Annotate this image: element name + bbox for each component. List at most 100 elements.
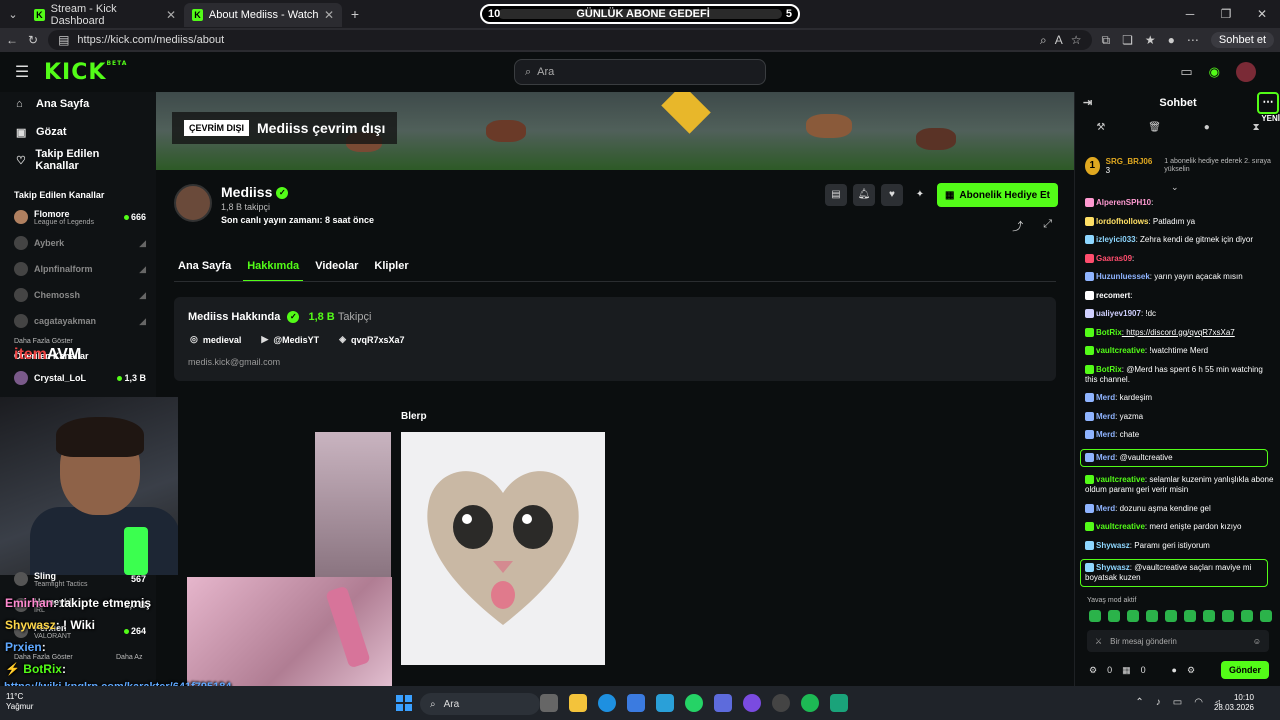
collections-icon[interactable]: ❏ (1122, 33, 1133, 47)
chat-username[interactable]: BotRix (1096, 365, 1122, 374)
minimize-icon[interactable]: ─ (1172, 0, 1208, 28)
follow-heart-icon[interactable]: ♥ (880, 184, 903, 206)
address-field[interactable]: ▤ https://kick.com/mediiss/about ⌕ A ☆ (48, 30, 1092, 50)
theater-icon[interactable]: ⤢ (1043, 218, 1052, 234)
close-tab-icon[interactable]: ✕ (166, 8, 176, 22)
kick-coin-icon[interactable]: ◉ (1209, 64, 1220, 80)
close-window-icon[interactable]: ✕ (1244, 0, 1280, 28)
windows-start-icon[interactable] (396, 695, 412, 711)
share-icon[interactable]: ⤴ (1012, 218, 1023, 234)
show-more-link[interactable]: Daha Fazla Göster (14, 654, 73, 661)
followed-channel[interactable]: Chemossh ◢ (0, 282, 156, 308)
followed-channel[interactable]: Alpnfinalform ◢ (0, 256, 156, 282)
menu-icon[interactable]: ☰ (0, 62, 44, 82)
chat-username[interactable]: Gaaras09 (1096, 254, 1132, 263)
sparkle-icon[interactable]: ✦ (909, 184, 931, 206)
browser-tab-about[interactable]: K About Mediiss - Watch Live on Kic ✕ (184, 3, 342, 27)
chevron-up-icon[interactable]: ⌃ (1135, 697, 1143, 708)
browser-tab-dashboard[interactable]: K Stream - Kick Dashboard ✕ (26, 3, 184, 27)
chat-username[interactable]: Merd (1096, 504, 1115, 513)
chat-username[interactable]: izleyici033 (1096, 235, 1136, 244)
emoji-icon[interactable]: ☺ (1253, 637, 1261, 646)
social-link-discord[interactable]: ◈ qvqR7xsXa7 (339, 334, 404, 345)
chat-username[interactable]: Shywasz (1096, 541, 1130, 550)
reload-icon[interactable]: ↻ (28, 33, 38, 47)
expand-icon[interactable]: ⌄ (1171, 182, 1179, 193)
followed-channel[interactable]: cagatayakman ◢ (0, 308, 156, 334)
edge-icon[interactable] (598, 694, 616, 712)
show-less-link[interactable]: Daha Az (116, 654, 142, 661)
extensions-icon[interactable]: ⧉ (1102, 33, 1111, 48)
gift-box-icon[interactable]: ▦ (1122, 665, 1131, 676)
zoom-icon[interactable]: ⌕ (1040, 33, 1047, 48)
chat-username[interactable]: Shywasz (1096, 563, 1130, 572)
maximize-icon[interactable]: ❐ (1208, 0, 1244, 28)
recommended-channel[interactable]: Crystal_LoL 1,3 B (0, 365, 156, 391)
blerp-panel-image[interactable] (401, 432, 605, 665)
emote-icon[interactable] (1089, 610, 1101, 622)
weather-widget[interactable]: 11°C Yağmur (6, 692, 33, 712)
file-explorer-icon[interactable] (569, 694, 587, 712)
chat-username[interactable]: vaultcreative (1096, 346, 1145, 355)
site-info-icon[interactable]: ▤ (58, 33, 69, 47)
chat-username[interactable]: vaultcreative (1096, 522, 1145, 531)
emote-icon[interactable] (1165, 610, 1177, 622)
taskbar-search[interactable]: ⌕ Ara (420, 693, 540, 715)
chat-bubble-icon[interactable]: ● (1172, 665, 1177, 675)
emote-icon[interactable] (1184, 610, 1196, 622)
trash-icon[interactable]: 🗑︎ (1148, 122, 1161, 140)
chat-username[interactable]: lordofhollows (1096, 217, 1148, 226)
chat-username[interactable]: Merd (1096, 393, 1115, 402)
emote-icon[interactable] (1146, 610, 1158, 622)
app-icon[interactable] (714, 694, 732, 712)
chat-input[interactable]: ⚔ Bir mesaj gönderin ☺ (1087, 630, 1269, 652)
tab-home[interactable]: Ana Sayfa (174, 256, 235, 282)
tab-clips[interactable]: Klipler (370, 256, 412, 282)
collapse-chat-icon[interactable]: ⇥ (1083, 92, 1092, 114)
new-tab-icon[interactable]: + (342, 6, 368, 22)
favorite-star-icon[interactable]: ☆ (1071, 33, 1082, 47)
emote-icon[interactable] (1241, 610, 1253, 622)
emote-icon[interactable] (1222, 610, 1234, 622)
read-aloud-icon[interactable]: A (1055, 33, 1063, 47)
store-icon[interactable] (627, 694, 645, 712)
chat-menu-icon[interactable]: ⋯ (1257, 92, 1279, 114)
report-icon[interactable]: ▤ (824, 184, 847, 206)
chat-username[interactable]: Merd (1096, 412, 1115, 421)
chat-link[interactable]: : https://discord.gg/qvqR7xsXa7 (1122, 328, 1235, 337)
chat-username[interactable]: AlperenSPH10 (1096, 198, 1151, 207)
bell-icon[interactable]: 🔔︎ (852, 184, 875, 206)
chat-username[interactable]: BotRix (1096, 328, 1122, 337)
task-view-icon[interactable] (540, 694, 558, 712)
chat-username[interactable]: vaultcreative (1096, 475, 1145, 484)
emote-icon[interactable] (1108, 610, 1120, 622)
favorites-icon[interactable]: ★ (1145, 33, 1156, 47)
wallet-icon[interactable]: ▭ (1180, 64, 1192, 80)
back-icon[interactable]: ← (6, 33, 18, 47)
social-link-youtube[interactable]: ▶ @MedisYT (261, 334, 319, 345)
kick-logo[interactable]: KICKBETA (44, 60, 127, 85)
obs-icon[interactable] (772, 694, 790, 712)
channel-avatar[interactable] (174, 184, 212, 222)
mic-icon[interactable]: ♪ (1156, 697, 1161, 708)
close-tab-icon[interactable]: ✕ (324, 8, 334, 22)
mod-hammer-icon[interactable]: ⚒ (1096, 122, 1105, 140)
whatsapp-icon[interactable] (685, 694, 703, 712)
user-avatar[interactable] (1236, 62, 1256, 82)
chat-username[interactable]: Huzunluessek (1096, 272, 1150, 281)
hourglass-icon[interactable]: ⧗ (1253, 122, 1260, 140)
discord-icon[interactable] (743, 694, 761, 712)
spotify-icon[interactable] (801, 694, 819, 712)
wifi-icon[interactable]: ◠ (1194, 697, 1203, 708)
chat-bubble-icon[interactable]: ● (1204, 122, 1210, 140)
tab-about[interactable]: Hakkımda (243, 256, 304, 282)
mail-icon[interactable] (656, 694, 674, 712)
emote-icon[interactable] (1127, 610, 1139, 622)
chat-username[interactable]: recomert (1096, 291, 1130, 300)
recommended-channel[interactable]: Sling Teamfight Tactics 567 (0, 566, 156, 592)
followed-channel[interactable]: Flomore League of Legends 666 (0, 204, 156, 230)
tab-list-icon[interactable]: ⌄ (0, 8, 26, 21)
gift-sub-button[interactable]: ▦ Abonelik Hediye Et (936, 183, 1058, 207)
sidebar-item-following[interactable]: ♡ Takip Edilen Kanallar (0, 146, 156, 174)
chat-username[interactable]: Merd (1096, 453, 1115, 462)
